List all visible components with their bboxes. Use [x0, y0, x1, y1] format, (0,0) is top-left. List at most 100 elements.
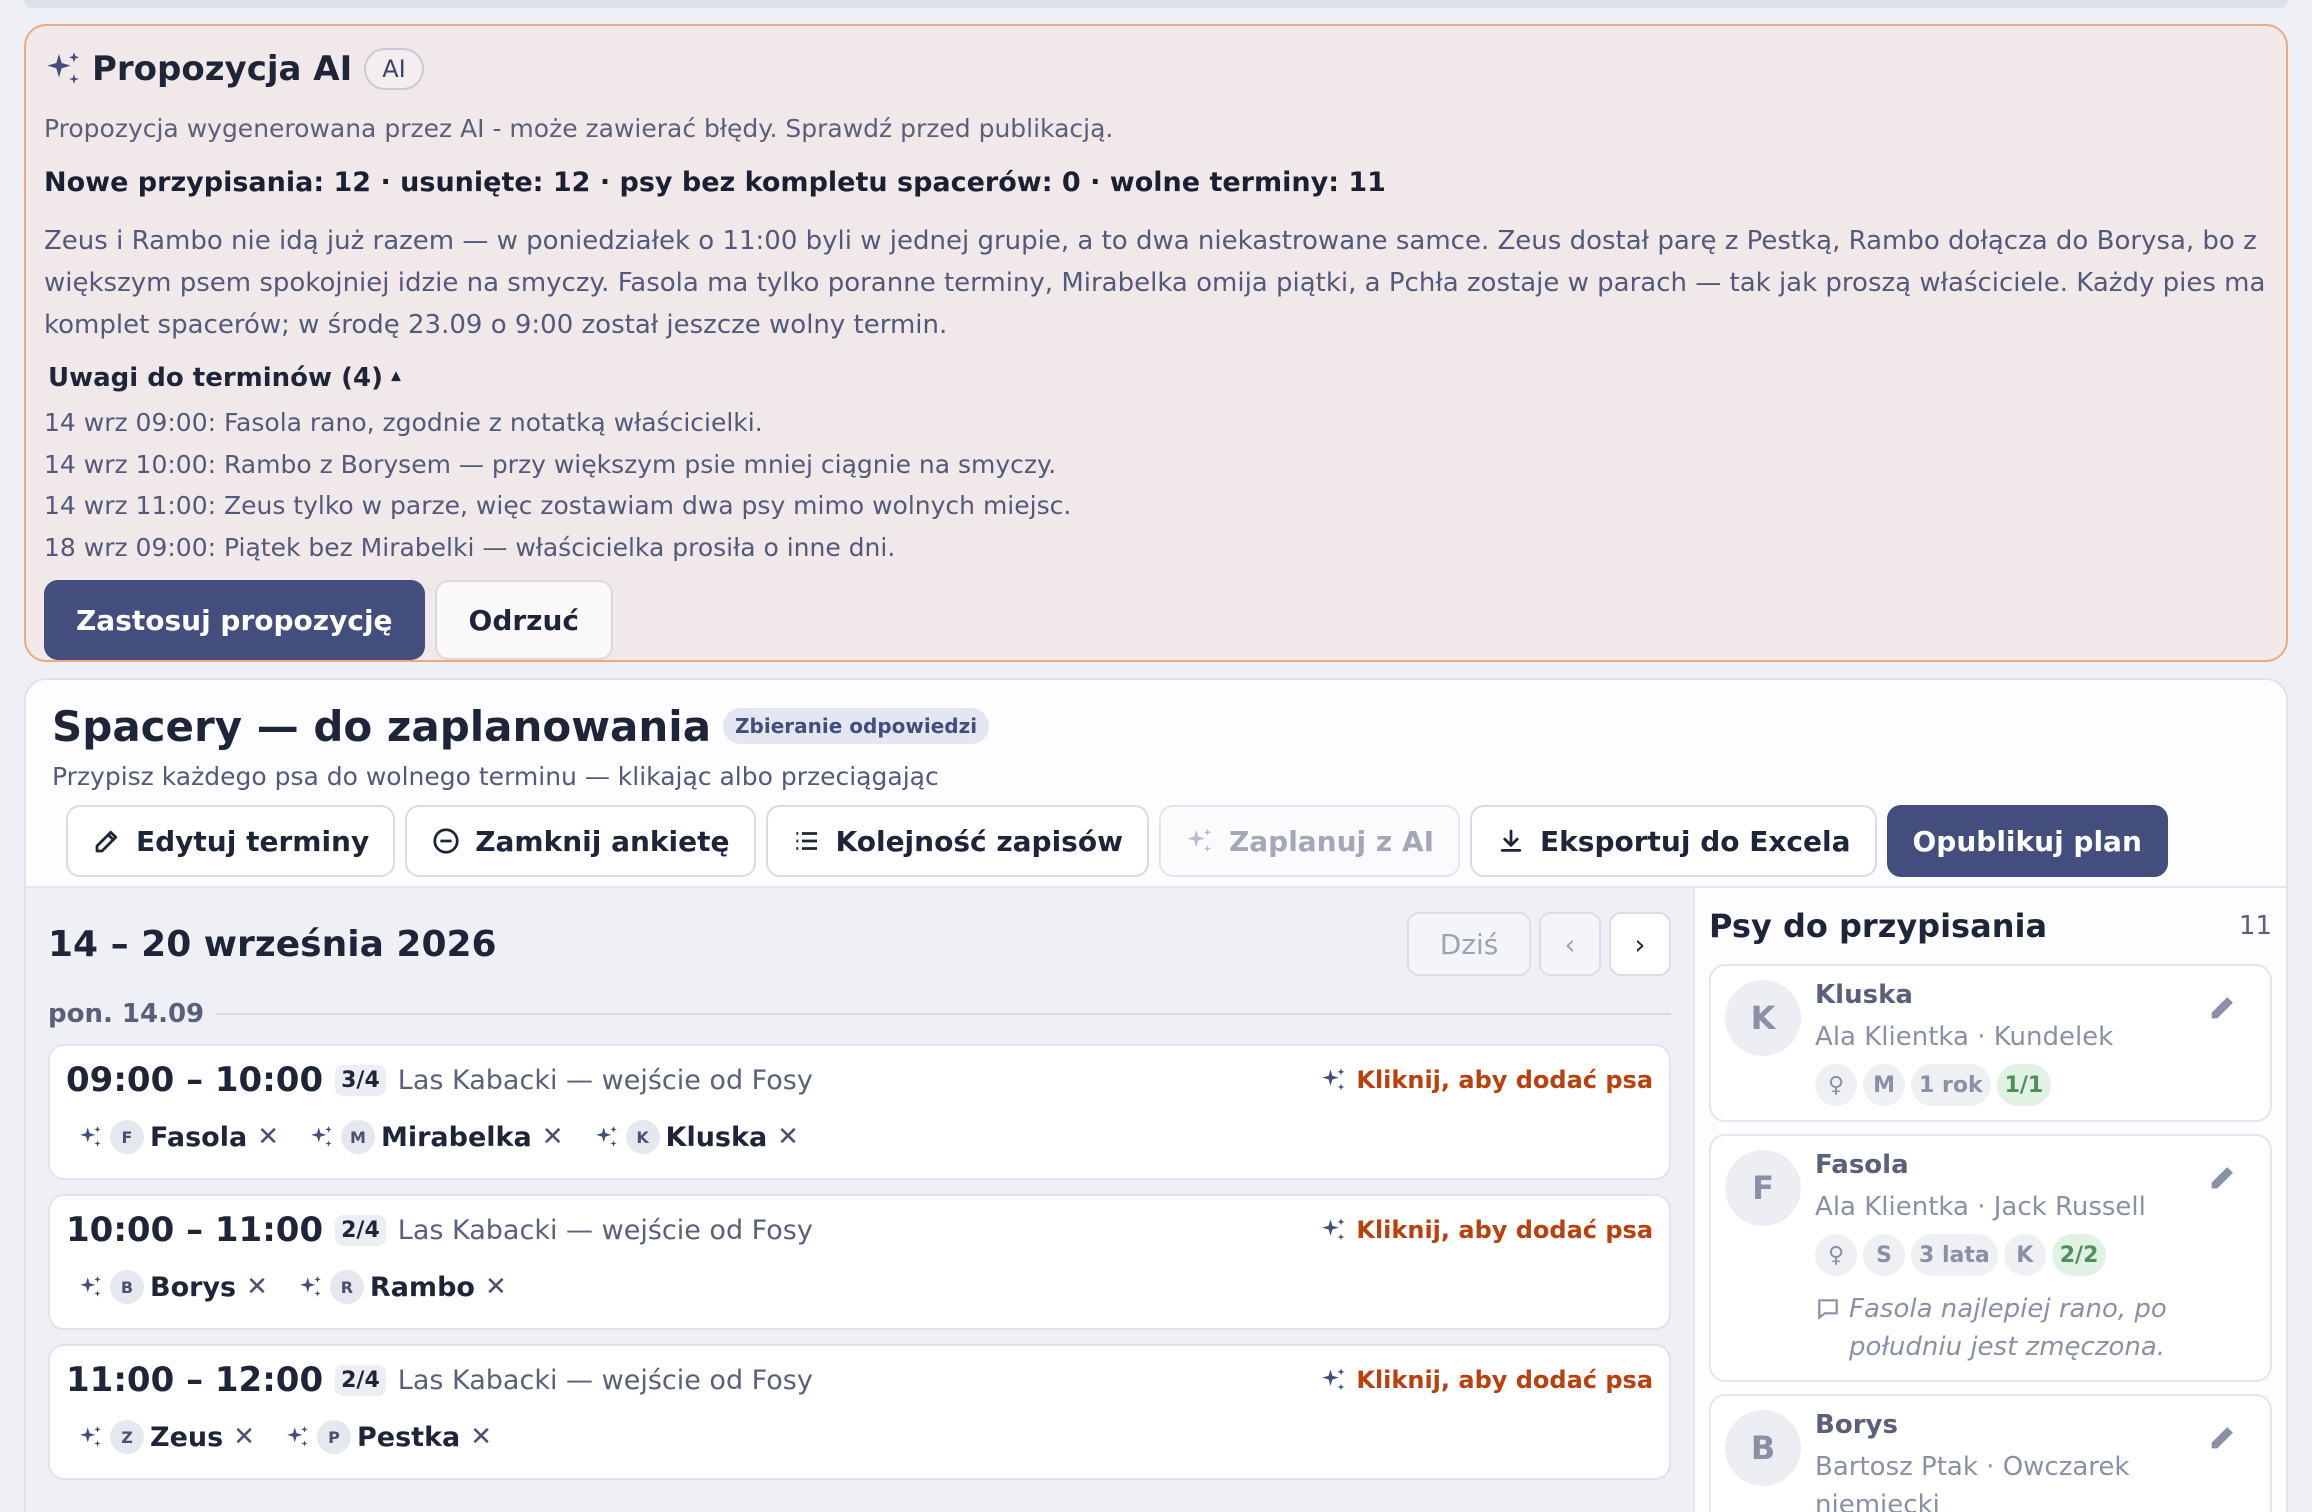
remove-icon[interactable]: ✕	[485, 1272, 507, 1302]
list-icon	[795, 832, 817, 850]
age-tag: 1 rok	[1911, 1064, 1991, 1106]
age-tag: 3 lata	[1911, 1234, 1998, 1276]
publish-plan-button[interactable]: Opublikuj plan	[1886, 805, 2168, 877]
ai-proposal-header: Propozycja AI AI	[44, 46, 2268, 92]
add-dog-label: Kliknij, aby dodać psa	[1356, 1216, 1654, 1244]
minus-circle-icon	[433, 828, 459, 854]
sparkles-icon	[285, 1424, 311, 1450]
sparkles-icon	[44, 49, 84, 89]
dog-name: Kluska	[1815, 980, 1913, 1010]
avatar: P	[316, 1420, 351, 1454]
today-button[interactable]: Dziś	[1407, 912, 1532, 976]
remove-icon[interactable]: ✕	[470, 1422, 492, 1452]
dog-owner-breed: Bartosz Ptak · Owczarek niemiecki	[1815, 1452, 2130, 1512]
dog-note-text: Fasola najlepiej rano, po południu jest …	[1849, 1294, 2167, 1362]
remove-icon[interactable]: ✕	[777, 1122, 799, 1152]
dog-chip-name: Mirabelka	[380, 1121, 532, 1153]
chevron-left-icon: ‹	[1564, 927, 1576, 961]
add-dog-label: Kliknij, aby dodać psa	[1356, 1066, 1654, 1094]
sex-tag: ♀	[1815, 1064, 1858, 1106]
dog-owner-breed: Ala Klientka · Jack Russell	[1815, 1192, 2146, 1222]
edit-slots-button[interactable]: Edytuj terminy	[66, 805, 396, 877]
notes-toggle[interactable]: Uwagi do terminów (4) ▾	[48, 360, 2268, 396]
size-tag: S	[1863, 1234, 1906, 1276]
unassigned-count: 11	[2238, 911, 2272, 941]
dog-chip[interactable]: M Mirabelka ✕	[309, 1120, 564, 1154]
dog-chip-name: Pestka	[356, 1421, 461, 1453]
download-icon	[1500, 829, 1522, 852]
dog-card[interactable]: K Kluska Ala Klientka · Kundelek ♀ M 1 r…	[1709, 964, 2272, 1122]
slot-capacity: 3/4	[335, 1064, 386, 1096]
time-slot[interactable]: 09:00 – 10:00 3/4 Las Kabacki — wejście …	[48, 1044, 1672, 1180]
remove-icon[interactable]: ✕	[257, 1122, 279, 1152]
prev-week-button[interactable]: ‹	[1539, 912, 1602, 976]
ai-proposal-card: Propozycja AI AI Propozycja wygenerowana…	[24, 24, 2288, 662]
day-label: pon. 14.09	[48, 999, 205, 1029]
time-slot[interactable]: 10:00 – 11:00 2/4 Las Kabacki — wejście …	[48, 1194, 1672, 1330]
sparkles-icon	[594, 1124, 620, 1150]
avatar: M	[340, 1120, 375, 1154]
close-survey-button[interactable]: Zamknij ankietę	[405, 805, 756, 877]
add-dog-link[interactable]: Kliknij, aby dodać psa	[1320, 1066, 1653, 1094]
dog-card[interactable]: F Fasola Ala Klientka · Jack Russell ♀ S…	[1709, 1134, 2272, 1382]
avatar: Z	[110, 1420, 144, 1454]
size-tag: M	[1863, 1064, 1906, 1106]
sparkles-icon	[1185, 826, 1215, 856]
signup-order-label: Kolejność zapisów	[835, 824, 1123, 858]
top-strip	[24, 0, 2288, 8]
comment-icon	[1818, 1299, 1838, 1320]
dog-chip[interactable]: Z Zeus ✕	[78, 1420, 255, 1454]
slot-location: Las Kabacki — wejście od Fosy	[397, 1064, 813, 1096]
note-item: 18 wrz 09:00: Piątek bez Mirabelki — wła…	[44, 532, 896, 562]
add-dog-link[interactable]: Kliknij, aby dodać psa	[1320, 1366, 1653, 1394]
avatar: F	[110, 1120, 144, 1154]
sparkles-icon	[1320, 1066, 1348, 1094]
dog-name: Fasola	[1815, 1150, 1909, 1180]
remove-icon[interactable]: ✕	[246, 1272, 268, 1302]
pencil-icon[interactable]	[2206, 1420, 2240, 1454]
sparkles-icon	[78, 1274, 104, 1300]
planning-header: Spacery — do zaplanowania Zbieranie odpo…	[26, 680, 2286, 886]
chevron-up-icon: ▾	[390, 366, 402, 390]
dog-chip[interactable]: K Kluska ✕	[594, 1120, 799, 1154]
dog-chip[interactable]: P Pestka ✕	[285, 1420, 492, 1454]
note-item: 14 wrz 10:00: Rambo z Borysem — przy wię…	[44, 449, 1057, 479]
time-slot[interactable]: 11:00 – 12:00 2/4 Las Kabacki — wejście …	[48, 1344, 1672, 1480]
reject-proposal-button[interactable]: Odrzuć	[434, 580, 614, 660]
plan-with-ai-button[interactable]: Zaplanuj z AI	[1158, 805, 1461, 877]
notes-toggle-label: Uwagi do terminów (4)	[48, 363, 383, 393]
next-week-button[interactable]: ›	[1609, 912, 1672, 976]
sparkles-icon	[78, 1124, 104, 1150]
remove-icon[interactable]: ✕	[233, 1422, 255, 1452]
dog-owner-breed: Ala Klientka · Kundelek	[1815, 1022, 2114, 1052]
export-excel-button[interactable]: Eksportuj do Excela	[1470, 805, 1877, 877]
dog-chip[interactable]: B Borys ✕	[78, 1270, 268, 1304]
ai-disclaimer: Propozycja wygenerowana przez AI - może …	[44, 114, 1114, 143]
dog-chip-name: Kluska	[665, 1121, 768, 1153]
page-title: Spacery — do zaplanowania	[52, 701, 712, 751]
dog-chip[interactable]: R Rambo ✕	[298, 1270, 507, 1304]
walks-tag: 2/2	[2051, 1234, 2107, 1276]
chevron-right-icon: ›	[1634, 927, 1646, 961]
dog-card[interactable]: B Borys Bartosz Ptak · Owczarek niemieck…	[1709, 1394, 2272, 1512]
week-range: 14 – 20 września 2026	[48, 923, 497, 965]
dog-chip-name: Rambo	[369, 1271, 475, 1303]
walks-tag: 1/1	[1996, 1064, 2052, 1106]
pencil-icon[interactable]	[2206, 990, 2240, 1024]
slot-time: 11:00 – 12:00	[66, 1360, 324, 1400]
avatar: B	[110, 1270, 144, 1304]
remove-icon[interactable]: ✕	[542, 1122, 564, 1152]
avatar: B	[1725, 1410, 1802, 1486]
pencil-icon	[95, 830, 118, 853]
publish-plan-label: Opublikuj plan	[1912, 824, 2142, 858]
add-dog-link[interactable]: Kliknij, aby dodać psa	[1320, 1216, 1653, 1244]
signup-order-button[interactable]: Kolejność zapisów	[765, 805, 1149, 877]
sparkles-icon	[309, 1124, 335, 1150]
neutered-tag: K	[2003, 1234, 2046, 1276]
apply-proposal-button[interactable]: Zastosuj propozycję	[44, 580, 425, 660]
unassigned-dogs-panel: Psy do przypisania 11 K Kluska Ala Klien…	[1693, 888, 2286, 1512]
note-item: 14 wrz 11:00: Zeus tylko w parze, więc z…	[44, 491, 1072, 520]
pencil-icon[interactable]	[2206, 1160, 2240, 1194]
dog-chip[interactable]: F Fasola ✕	[78, 1120, 279, 1154]
dog-note: Fasola najlepiej rano, po południu jest …	[1815, 1290, 2256, 1366]
